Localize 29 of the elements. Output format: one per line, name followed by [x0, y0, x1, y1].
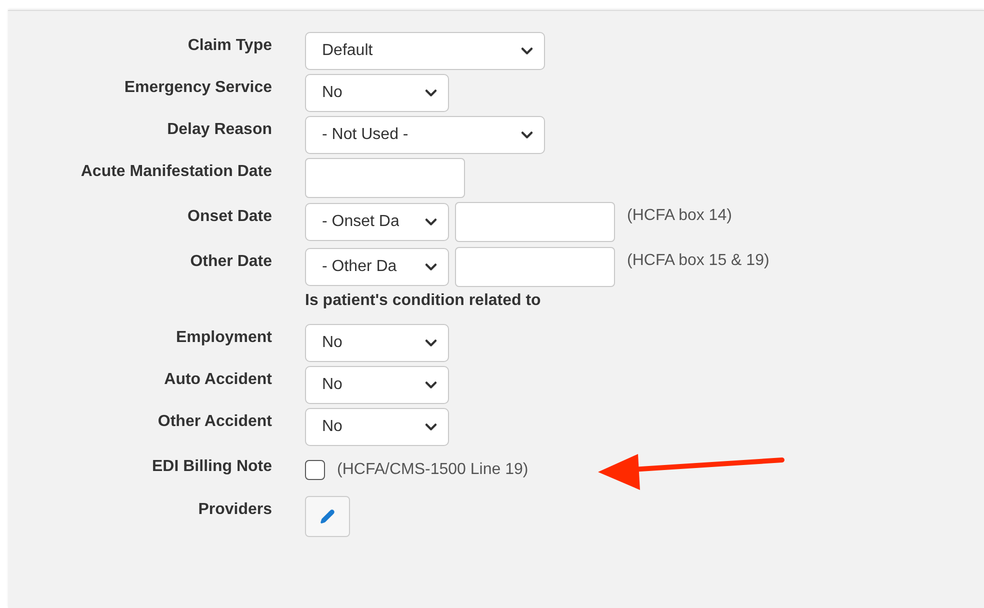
hint-text: (HCFA/CMS-1500 Line 19) [337, 461, 528, 479]
checkbox[interactable] [305, 460, 325, 480]
hint-text: (HCFA box 14) [627, 207, 732, 225]
edit-button[interactable] [305, 496, 350, 537]
section-heading: Is patient's condition related to [305, 292, 542, 310]
field-label: Delay Reason [167, 120, 272, 139]
field-label: EDI Billing Note [152, 457, 272, 476]
date-input[interactable] [455, 247, 615, 287]
date-input[interactable] [455, 202, 615, 242]
dropdown[interactable]: No [305, 324, 449, 362]
field-label: Other Date [190, 252, 272, 271]
dropdown[interactable]: No [305, 74, 449, 112]
dropdown[interactable]: - Other Da [305, 248, 449, 286]
field-label: Claim Type [188, 36, 272, 55]
dropdown[interactable]: - Onset Da [305, 203, 449, 241]
hint-text: (HCFA box 15 & 19) [627, 252, 770, 270]
dropdown[interactable]: - Not Used - [305, 116, 545, 154]
field-label: Acute Manifestation Date [80, 162, 272, 181]
dropdown[interactable]: Default [305, 32, 545, 70]
field-label: Auto Accident [164, 370, 272, 389]
field-label: Emergency Service [124, 78, 272, 97]
field-label: Providers [198, 500, 272, 519]
date-input[interactable] [305, 158, 465, 198]
field-label: Onset Date [188, 207, 272, 226]
pencil-icon [320, 509, 335, 524]
dropdown[interactable]: No [305, 408, 449, 446]
field-label: Other Accident [158, 412, 272, 431]
field-label: Employment [176, 328, 272, 347]
dropdown[interactable]: No [305, 366, 449, 404]
